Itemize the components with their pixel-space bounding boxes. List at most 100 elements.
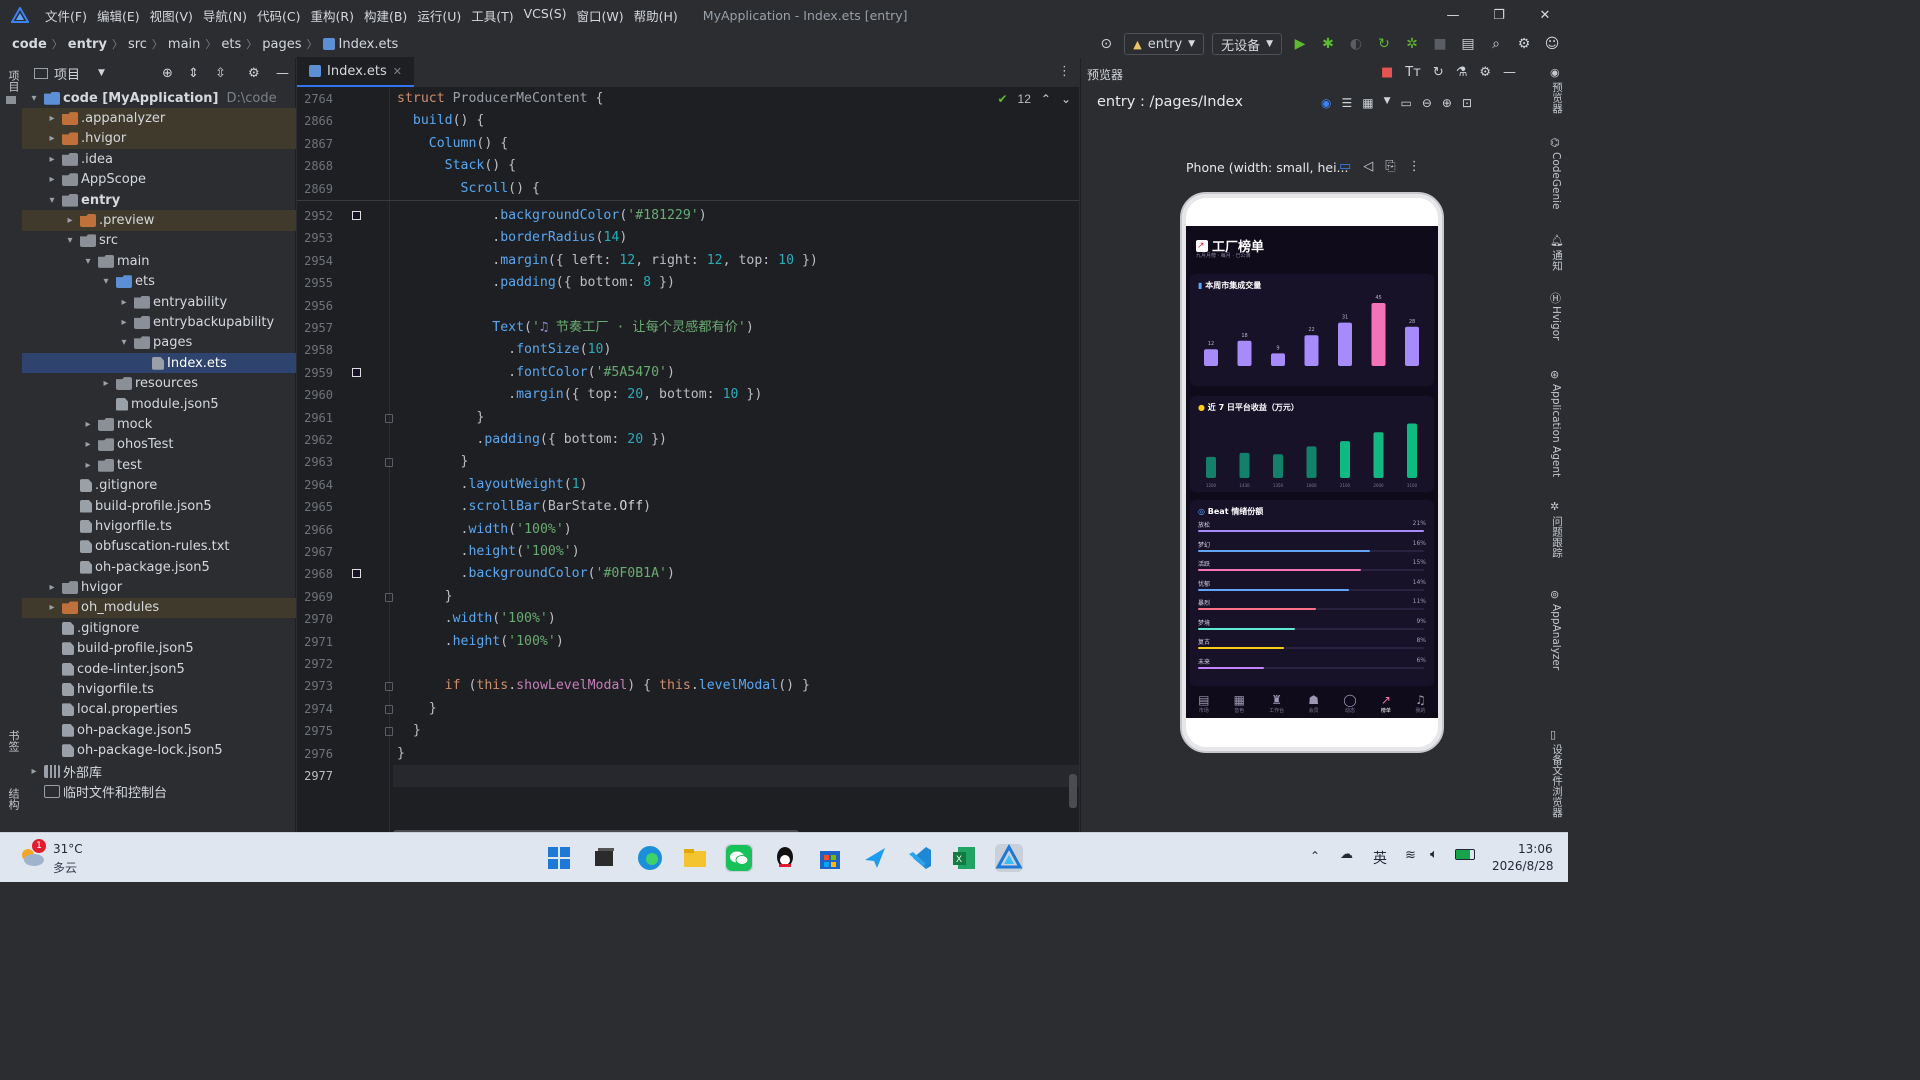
zoom-out-icon[interactable]: ⊖ bbox=[1422, 96, 1432, 110]
tree-item[interactable]: ▸ 外部库 bbox=[22, 761, 296, 781]
restore-button[interactable]: ❐ bbox=[1476, 0, 1522, 30]
preview-mode-icon[interactable]: ◉ bbox=[1321, 96, 1331, 110]
right-tool-button[interactable]: 预览器 bbox=[1550, 82, 1565, 114]
chevron-down-icon[interactable]: ▾ bbox=[82, 256, 94, 267]
apply-changes-icon[interactable]: ↻ bbox=[1374, 34, 1394, 54]
module-selector[interactable]: ▲ entry ▼ bbox=[1124, 33, 1205, 55]
tree-item[interactable]: 临时文件和控制台 bbox=[22, 781, 296, 801]
right-tool-button[interactable]: CodeGenie bbox=[1550, 152, 1562, 210]
menu-item[interactable]: 重构(R) bbox=[306, 6, 359, 25]
menu-item[interactable]: 导航(N) bbox=[198, 6, 252, 25]
right-tool-button[interactable]: AppAnalyzer bbox=[1550, 604, 1562, 670]
chevron-right-icon[interactable]: ▸ bbox=[46, 174, 58, 185]
tree-item[interactable]: ▸ mock bbox=[22, 414, 296, 434]
chevron-right-icon[interactable]: ▸ bbox=[64, 215, 76, 226]
layers-icon[interactable]: ☰ bbox=[1341, 96, 1352, 110]
fold-marker-icon[interactable] bbox=[385, 592, 393, 602]
tree-item[interactable]: ▾ pages bbox=[22, 333, 296, 353]
inspector-icon[interactable]: ⚗ bbox=[1456, 65, 1468, 80]
tree-item[interactable]: .gitignore bbox=[22, 475, 296, 495]
weather-icon[interactable]: 1 bbox=[18, 839, 46, 869]
start-icon[interactable] bbox=[545, 844, 573, 872]
tree-item[interactable]: ▾ code [MyApplication] D:\code bbox=[22, 88, 296, 108]
chevron-down-icon[interactable]: ▾ bbox=[64, 235, 76, 246]
more-icon[interactable]: ⋮ bbox=[1408, 159, 1421, 174]
tree-item[interactable]: hvigorfile.ts bbox=[22, 516, 296, 536]
chevron-right-icon[interactable]: ▸ bbox=[46, 113, 58, 124]
chevron-down-icon[interactable]: ▾ bbox=[28, 93, 40, 104]
deveco-studio-icon[interactable] bbox=[995, 843, 1023, 872]
tree-item[interactable]: oh-package.json5 bbox=[22, 557, 296, 577]
tree-item[interactable]: ▸ test bbox=[22, 455, 296, 475]
analyzer-icon[interactable]: ⊚ bbox=[1550, 588, 1559, 601]
input-method[interactable]: 英 bbox=[1373, 848, 1387, 868]
tree-item[interactable]: ▸ .hvigor bbox=[22, 128, 296, 150]
vertical-scrollbar[interactable] bbox=[1069, 774, 1077, 808]
editor-tab-index-ets[interactable]: Index.ets ✕ bbox=[297, 57, 415, 87]
foldable-icon[interactable]: ▭ bbox=[1339, 159, 1351, 174]
cloud-icon[interactable]: ☁ bbox=[1340, 847, 1353, 862]
menu-item[interactable]: 编辑(E) bbox=[92, 6, 145, 25]
tree-item[interactable]: Index.ets bbox=[22, 353, 296, 374]
bell-icon[interactable]: 🔔︎ bbox=[1550, 234, 1564, 247]
search-icon[interactable]: ⌕ bbox=[1486, 34, 1506, 54]
breadcrumb-item[interactable]: src bbox=[128, 37, 147, 52]
close-button[interactable]: ✕ bbox=[1522, 0, 1568, 30]
clock-date[interactable]: 2026/8/28 bbox=[1492, 859, 1554, 873]
menu-item[interactable]: 工具(T) bbox=[466, 6, 518, 25]
minimize-button[interactable]: — bbox=[1430, 0, 1476, 30]
bookmarks-tool-button[interactable]: 书签 bbox=[5, 730, 21, 752]
right-tool-button[interactable]: 问题跟踪 bbox=[1550, 516, 1565, 558]
more-options-icon[interactable]: ⋮ bbox=[1058, 64, 1071, 79]
close-tab-icon[interactable]: ✕ bbox=[393, 65, 402, 78]
chevron-down-icon[interactable]: ▾ bbox=[118, 337, 130, 348]
menu-item[interactable]: 视图(V) bbox=[145, 6, 198, 25]
tree-item[interactable]: ▾ ets bbox=[22, 272, 296, 292]
menu-item[interactable]: 窗口(W) bbox=[572, 6, 629, 25]
rotate-icon[interactable]: ⎘ bbox=[1385, 159, 1395, 174]
app-tab[interactable]: ☗ 会员 bbox=[1308, 694, 1319, 715]
chevron-right-icon[interactable]: ▸ bbox=[118, 297, 130, 308]
chevron-down-icon[interactable]: ⌄ bbox=[1061, 92, 1071, 106]
menu-item[interactable]: 构建(B) bbox=[359, 6, 412, 25]
hvigor-icon[interactable]: Ⓗ bbox=[1550, 290, 1561, 306]
tree-item[interactable]: build-profile.json5 bbox=[22, 639, 296, 659]
right-tool-button[interactable]: Hvigor bbox=[1550, 306, 1562, 340]
chevron-right-icon[interactable]: ▸ bbox=[82, 419, 94, 430]
hide-icon[interactable]: — bbox=[1503, 65, 1516, 80]
multi-device-icon[interactable]: ▦ bbox=[1362, 96, 1373, 110]
color-swatch-icon[interactable] bbox=[352, 569, 361, 579]
chevron-down-icon[interactable]: ▼ bbox=[98, 68, 105, 78]
tree-item[interactable]: hvigorfile.ts bbox=[22, 679, 296, 699]
agent-icon[interactable]: ⊛ bbox=[1550, 368, 1559, 381]
app-tab[interactable]: ▦ 音色 bbox=[1234, 694, 1245, 715]
tree-item[interactable]: ▸ hvigor bbox=[22, 577, 296, 597]
chevron-up-icon[interactable]: ⌃ bbox=[1310, 849, 1320, 863]
tree-item[interactable]: ▸ .preview bbox=[22, 210, 296, 231]
app-tab[interactable]: ◯ 动态 bbox=[1343, 694, 1356, 715]
battery-icon[interactable] bbox=[1455, 849, 1475, 860]
clock-time[interactable]: 13:06 bbox=[1518, 842, 1553, 856]
refresh-icon[interactable]: ↻ bbox=[1433, 65, 1444, 80]
tree-item[interactable]: ▸ .appanalyzer bbox=[22, 108, 296, 129]
fold-marker-icon[interactable] bbox=[385, 682, 393, 692]
tree-item[interactable]: ▾ entry bbox=[22, 190, 296, 210]
volume-icon[interactable]: 🔈︎ bbox=[1430, 847, 1438, 862]
tree-item[interactable]: .gitignore bbox=[22, 618, 296, 638]
chevron-up-icon[interactable]: ⌃ bbox=[1041, 92, 1051, 106]
menu-item[interactable]: 文件(F) bbox=[40, 6, 92, 25]
app-tab[interactable]: ♫ 我的 bbox=[1415, 694, 1426, 715]
tree-item[interactable]: ▸ entryability bbox=[22, 292, 296, 312]
expand-all-icon[interactable]: ⇕ bbox=[188, 66, 199, 81]
chevron-right-icon[interactable]: ▸ bbox=[100, 378, 112, 389]
fold-marker-icon[interactable] bbox=[385, 727, 393, 737]
breadcrumb-item[interactable]: Index.ets bbox=[339, 37, 399, 52]
device-selector[interactable]: 无设备 ▼ bbox=[1212, 33, 1282, 55]
tree-item[interactable]: local.properties bbox=[22, 700, 296, 720]
fit-icon[interactable]: ⊡ bbox=[1462, 96, 1472, 110]
menu-item[interactable]: 运行(U) bbox=[412, 6, 466, 25]
tree-item[interactable]: build-profile.json5 bbox=[22, 496, 296, 516]
wifi-icon[interactable]: ≋ bbox=[1405, 848, 1416, 863]
stop-preview-icon[interactable]: ■ bbox=[1381, 65, 1393, 80]
zoom-in-icon[interactable]: ⊕ bbox=[1442, 96, 1452, 110]
